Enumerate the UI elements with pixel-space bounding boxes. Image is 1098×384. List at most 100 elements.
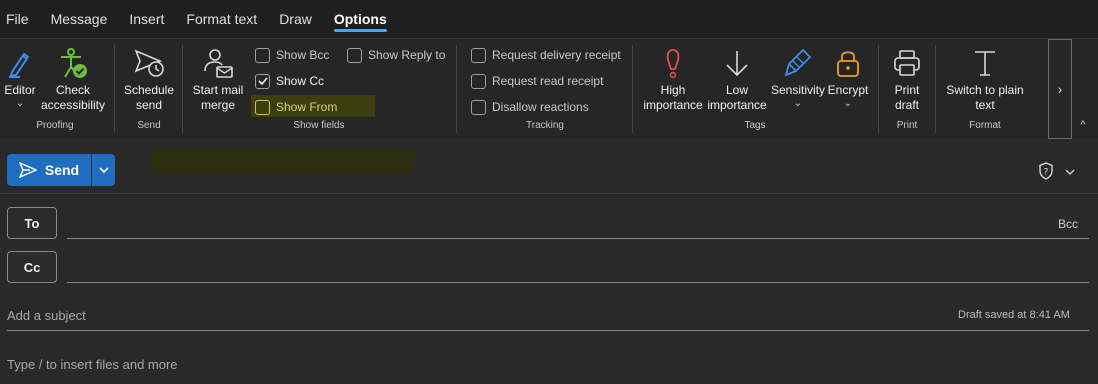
show-bcc-checkbox[interactable]: Show Bcc [255, 45, 329, 65]
send-row: Send ? [0, 146, 1098, 194]
ribbon-divider [114, 45, 115, 133]
format-group: Switch to plain text Format [937, 43, 1033, 135]
request-read-receipt-label: Request read receipt [492, 74, 604, 88]
show-reply-to-checkbox[interactable]: Show Reply to [347, 45, 445, 65]
start-mail-merge-button[interactable]: Start mail merge [188, 45, 248, 113]
subject-input[interactable] [7, 304, 907, 326]
to-label: To [24, 215, 40, 231]
ribbon-more-button[interactable]: › [1048, 39, 1072, 139]
accessibility-icon [55, 45, 91, 81]
print-draft-label: Print draft [894, 83, 920, 112]
start-mail-merge-label: Start mail merge [192, 83, 244, 112]
high-importance-label: High importance [643, 83, 703, 112]
schedule-send-label: Schedule send [123, 83, 175, 112]
sensitivity-button[interactable]: Sensitivity ⌄ [770, 45, 826, 109]
ribbon: Editor ⌄ Check accessibility Proofing Sc… [0, 38, 1098, 139]
text-t-icon [967, 45, 1003, 81]
show-cc-label: Show Cc [276, 74, 325, 88]
ribbon-divider [456, 45, 457, 133]
mail-merge-icon [200, 45, 236, 81]
cc-button[interactable]: Cc [7, 251, 57, 283]
to-button[interactable]: To [7, 207, 57, 239]
low-importance-label: Low importance [707, 83, 767, 112]
chevron-down-icon: ⌄ [843, 98, 853, 109]
cc-label: Cc [23, 259, 41, 275]
ribbon-divider [878, 45, 879, 133]
tab-draw[interactable]: Draw [273, 0, 318, 38]
checkbox-box [471, 73, 486, 89]
request-delivery-receipt-checkbox[interactable]: Request delivery receipt [471, 45, 621, 65]
switch-to-plain-text-button[interactable]: Switch to plain text [941, 45, 1029, 113]
disallow-reactions-label: Disallow reactions [492, 100, 589, 114]
print-draft-button[interactable]: Print draft [884, 45, 930, 113]
editor-label: Editor [4, 83, 36, 97]
tab-format-text[interactable]: Format text [180, 0, 263, 38]
send-icon [18, 162, 37, 178]
draft-saved-status: Draft saved at 8:41 AM [958, 309, 1070, 321]
tracking-group-label: Tracking [526, 120, 564, 131]
show-bcc-label: Show Bcc [276, 48, 330, 62]
checkbox-box [255, 99, 270, 115]
to-input[interactable] [67, 209, 1047, 237]
collapse-ribbon-button[interactable]: ^ [1075, 117, 1091, 133]
message-body-hint[interactable]: Type / to insert files and more [7, 357, 178, 372]
printer-icon [889, 45, 925, 81]
shield-question-icon: ? [1039, 162, 1053, 180]
disallow-reactions-checkbox[interactable]: Disallow reactions [471, 97, 589, 117]
tab-options[interactable]: Options [328, 0, 393, 38]
proofing-group: Editor ⌄ Check accessibility Proofing [0, 43, 110, 135]
send-label: Send [44, 162, 80, 178]
chevron-down-icon: ⌄ [793, 98, 803, 109]
exclamation-icon [655, 45, 691, 81]
redacted-sender [150, 149, 414, 173]
switch-to-plain-text-label: Switch to plain text [946, 83, 1024, 112]
chevron-down-icon: ⌄ [15, 98, 25, 109]
sensitivity-shield-button[interactable]: ? [1038, 162, 1056, 180]
checkbox-box [255, 47, 270, 63]
check-accessibility-label: Check accessibility [40, 83, 106, 112]
send-group: Schedule send Send [116, 43, 182, 135]
encrypt-label: Encrypt [827, 83, 869, 97]
show-cc-checkbox[interactable]: Show Cc [255, 71, 324, 91]
tab-insert[interactable]: Insert [123, 0, 170, 38]
arrow-down-icon [719, 45, 755, 81]
check-accessibility-button[interactable]: Check accessibility [40, 45, 106, 113]
send-options-dropdown[interactable] [92, 154, 115, 186]
send-button[interactable]: Send [7, 154, 91, 186]
svg-text:?: ? [1044, 168, 1049, 178]
checkbox-box [471, 47, 486, 63]
subject-underline [7, 330, 1089, 331]
chevron-right-icon: › [1057, 81, 1063, 97]
tab-file[interactable]: File [0, 0, 35, 38]
format-group-label: Format [969, 120, 1001, 131]
checkbox-box [255, 73, 270, 89]
checkmark-icon [257, 77, 268, 86]
request-delivery-receipt-label: Request delivery receipt [492, 48, 621, 62]
ribbon-divider [935, 45, 936, 133]
show-from-checkbox[interactable]: Show From [255, 97, 337, 117]
sensitivity-icon [780, 45, 816, 81]
to-underline [67, 238, 1089, 239]
request-read-receipt-checkbox[interactable]: Request read receipt [471, 71, 603, 91]
checkbox-box [347, 47, 362, 63]
cc-input[interactable] [67, 253, 1047, 281]
chevron-up-icon: ^ [1080, 119, 1086, 131]
show-fields-group-label: Show fields [293, 120, 345, 131]
tab-message[interactable]: Message [45, 0, 114, 38]
editor-pen-icon [2, 45, 38, 81]
high-importance-button[interactable]: High importance [642, 45, 704, 113]
checkbox-box [471, 99, 486, 115]
bcc-button[interactable]: Bcc [1058, 217, 1078, 231]
shield-dropdown[interactable] [1064, 163, 1078, 177]
print-group: Print draft Print [880, 43, 934, 135]
menu-bar: File Message Insert Format text Draw Opt… [0, 0, 1098, 38]
encrypt-button[interactable]: Encrypt ⌄ [826, 45, 870, 109]
low-importance-button[interactable]: Low importance [704, 45, 770, 113]
lock-icon [830, 45, 866, 81]
print-group-label: Print [896, 120, 918, 131]
schedule-send-button[interactable]: Schedule send [120, 45, 178, 113]
editor-button[interactable]: Editor ⌄ [2, 45, 38, 109]
schedule-send-icon [131, 45, 167, 81]
show-from-label: Show From [276, 100, 338, 114]
proofing-group-label: Proofing [36, 120, 74, 131]
